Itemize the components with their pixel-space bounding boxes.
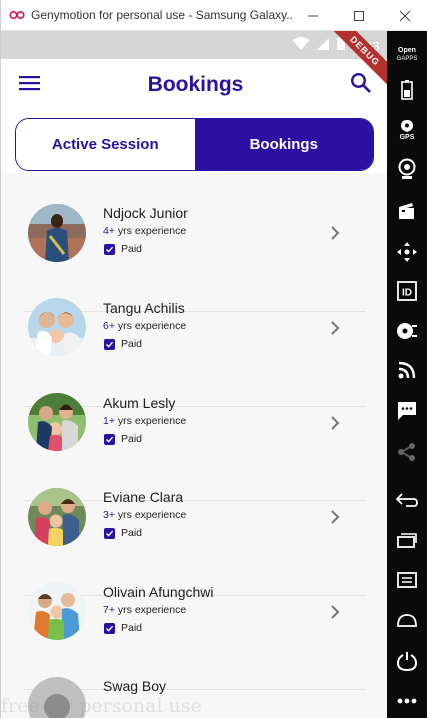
booking-name: Ndjock Junior [103, 205, 188, 221]
avatar [28, 582, 86, 640]
sms-icon[interactable] [387, 399, 427, 423]
paid-label: Paid [121, 243, 143, 255]
search-icon[interactable] [350, 72, 372, 99]
emulator-toolbar: Open GAPPS GPS ID [387, 31, 427, 718]
status-bar: 5:03 DEBUG [1, 31, 388, 89]
tab-bookings[interactable]: Bookings [194, 119, 373, 170]
device-screen: 5:03 DEBUG Bookings Active Session Booki… [1, 31, 388, 718]
avatar [28, 393, 86, 451]
chevron-right-icon[interactable] [328, 320, 342, 336]
paid-label: Paid [121, 433, 143, 445]
booking-experience: 6+ yrs experience [103, 320, 186, 332]
network-icon[interactable] [387, 358, 427, 382]
booking-experience: 1+ yrs experience [103, 415, 186, 427]
list-item[interactable]: Olivain Afungchwi 7+ yrs experience Paid [1, 552, 388, 646]
webcam-icon[interactable] [387, 157, 427, 181]
tab-active-session[interactable]: Active Session [16, 119, 195, 170]
share-icon[interactable] [387, 440, 427, 464]
close-icon[interactable] [382, 0, 427, 31]
opengapps-icon[interactable]: Open GAPPS [387, 43, 427, 65]
checkbox-checked-icon [104, 338, 115, 350]
experience-suffix: yrs experience [114, 415, 187, 427]
window-titlebar: Genymotion for personal use - Samsung Ga… [1, 0, 427, 31]
recent-apps-icon[interactable] [387, 529, 427, 551]
checkbox-checked-icon [104, 527, 115, 539]
booking-name: Tangu Achilis [103, 300, 185, 316]
emulator-window: Genymotion for personal use - Samsung Ga… [0, 0, 427, 718]
disk-icon[interactable] [387, 320, 427, 342]
more-icon[interactable] [387, 691, 427, 711]
bookings-list: Ndjock Junior 4+ yrs experience Paid Tan… [1, 173, 388, 718]
app-bar: Bookings [1, 59, 388, 111]
paid-status: Paid [104, 243, 142, 255]
back-icon[interactable] [387, 489, 427, 511]
wifi-icon [292, 36, 310, 56]
dpad-icon[interactable] [387, 240, 427, 264]
paid-label: Paid [121, 338, 143, 350]
svg-text:ID: ID [402, 288, 412, 299]
maximize-icon[interactable] [336, 0, 382, 31]
svg-text:GPS: GPS [400, 134, 415, 140]
paid-status: Paid [104, 433, 142, 445]
avatar [28, 204, 86, 262]
minimize-icon[interactable] [290, 0, 336, 31]
chevron-right-icon[interactable] [328, 415, 342, 431]
experience-years: 3+ [103, 509, 115, 521]
experience-suffix: yrs experience [114, 225, 187, 237]
checkbox-checked-icon [104, 243, 115, 255]
paid-status: Paid [104, 622, 142, 634]
experience-years: 1+ [103, 415, 115, 427]
gps-icon[interactable]: GPS [387, 119, 427, 141]
booking-name: Swag Boy [103, 678, 167, 694]
list-item[interactable]: Tangu Achilis 6+ yrs experience Paid [1, 268, 388, 362]
segmented-tabs: Active Session Bookings [15, 118, 374, 171]
chevron-right-icon[interactable] [328, 225, 342, 241]
paid-label: Paid [121, 622, 143, 634]
booking-experience: 4+ yrs experience [103, 225, 186, 237]
paid-status: Paid [104, 338, 142, 350]
avatar [28, 488, 86, 546]
watermark: free for personal use [1, 695, 202, 717]
booking-experience: 7+ yrs experience [103, 604, 186, 616]
identifiers-icon[interactable]: ID [387, 279, 427, 303]
experience-years: 4+ [103, 225, 115, 237]
screencast-icon[interactable] [387, 200, 427, 222]
power-icon[interactable] [387, 649, 427, 673]
menu-key-icon[interactable] [387, 569, 427, 591]
booking-name: Eviane Clara [103, 489, 184, 505]
paid-status: Paid [104, 527, 142, 539]
experience-suffix: yrs experience [114, 509, 187, 521]
experience-suffix: yrs experience [114, 604, 187, 616]
signal-icon [316, 37, 330, 56]
genymotion-logo-icon [9, 10, 27, 20]
list-item[interactable]: Eviane Clara 3+ yrs experience Paid [1, 457, 388, 551]
avatar [28, 298, 86, 356]
home-icon[interactable] [387, 609, 427, 631]
list-item[interactable]: Ndjock Junior 4+ yrs experience Paid [1, 173, 388, 267]
chevron-right-icon[interactable] [328, 509, 342, 525]
svg-text:GAPPS: GAPPS [397, 56, 418, 62]
paid-label: Paid [121, 527, 143, 539]
list-item[interactable]: Akum Lesly 1+ yrs experience Paid [1, 363, 388, 457]
checkbox-checked-icon [104, 622, 115, 634]
experience-suffix: yrs experience [114, 320, 187, 332]
chevron-right-icon[interactable] [328, 604, 342, 620]
svg-text:Open: Open [398, 47, 416, 54]
battery-icon[interactable] [387, 79, 427, 101]
booking-name: Olivain Afungchwi [103, 584, 214, 600]
checkbox-checked-icon [104, 433, 115, 445]
experience-years: 6+ [103, 320, 115, 332]
booking-name: Akum Lesly [103, 395, 176, 411]
booking-experience: 3+ yrs experience [103, 509, 186, 521]
window-title: Genymotion for personal use - Samsung Ga… [31, 8, 293, 22]
experience-years: 7+ [103, 604, 115, 616]
menu-icon[interactable] [19, 75, 41, 96]
page-title: Bookings [147, 73, 244, 96]
